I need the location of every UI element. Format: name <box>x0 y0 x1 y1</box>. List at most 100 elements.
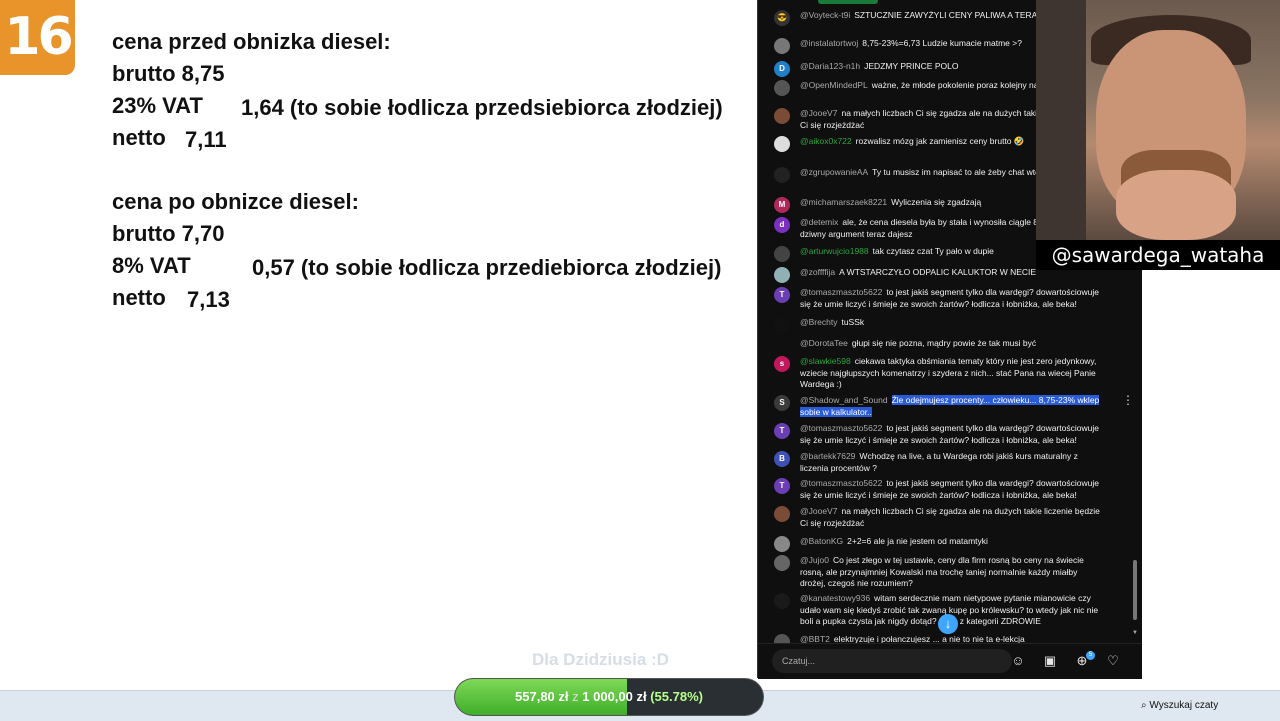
chat-username[interactable]: @arturwujcio1988 <box>800 246 869 256</box>
chat-avatar[interactable]: T <box>774 478 790 494</box>
donation-separator: z <box>572 689 579 704</box>
chat-username[interactable]: @slawkie598 <box>800 356 851 366</box>
heart-icon[interactable]: ♡ <box>1105 653 1121 669</box>
chat-avatar[interactable] <box>774 167 790 183</box>
scroll-down-arrow-icon[interactable]: ▼ <box>1132 630 1138 636</box>
chat-username[interactable]: @Daria123-n1h <box>800 61 860 71</box>
chat-username[interactable]: @kanatestowy936 <box>800 593 870 603</box>
chat-message-body: @tomaszmaszto5622 to jest jakiś segment t… <box>800 478 1104 501</box>
chat-message-text: głupi się nie pozna, mądry powie że tak … <box>851 338 1037 348</box>
chat-avatar[interactable] <box>774 136 790 152</box>
chat-avatar[interactable] <box>774 593 790 609</box>
donation-goal-label: Dla Dzidziusia :D <box>532 650 669 669</box>
before-gross: brutto 8,75 <box>112 61 225 86</box>
chat-username[interactable]: @michamarszaek8221 <box>800 197 887 207</box>
chat-username[interactable]: @instalatortwoj <box>800 38 858 48</box>
chat-input[interactable]: Czatuj... <box>772 649 1012 673</box>
search-icon: ⌕ <box>1141 700 1147 711</box>
chat-message-body: @tomaszmaszto5622 to jest jakiś segment t… <box>800 423 1104 446</box>
chat-username[interactable]: @OpenMindedPL <box>800 80 868 90</box>
chat-username[interactable]: @Voyteck-t9i <box>800 10 850 20</box>
chat-username[interactable]: @Shadow_and_Sound <box>800 395 888 405</box>
chat-avatar[interactable] <box>774 317 790 333</box>
after-vat-value: 0,57 (to sobie łodlicza przediebiorca zł… <box>252 255 722 280</box>
chat-scrollbar[interactable] <box>1133 560 1137 620</box>
after-vat-label: 8% VAT <box>112 253 191 278</box>
donation-progress-text: 557,80 zł z 1 000,00 zł (55.78%) <box>455 679 763 715</box>
scroll-to-bottom-button[interactable]: ↓ <box>938 614 958 634</box>
emoji-icon[interactable]: ☺ <box>1010 653 1026 669</box>
webcam-feed <box>1036 0 1280 240</box>
chat-avatar[interactable]: M <box>774 197 790 213</box>
after-heading: cena po obnizce diesel: <box>112 189 359 214</box>
search-chats-button[interactable]: ⌕ Wyszukaj czaty <box>1141 692 1218 720</box>
chat-message-body: @slawkie598 ciekawa taktyka obśmiania tem… <box>800 356 1104 391</box>
chat-avatar[interactable] <box>774 246 790 262</box>
more-options-icon[interactable]: ⋮ <box>1122 394 1134 407</box>
chat-message-body: @tomaszmaszto5622 to jest jakiś segment t… <box>800 287 1104 310</box>
chat-username[interactable]: @JooeV7 <box>800 506 837 516</box>
before-net-label: netto <box>112 125 166 150</box>
chat-avatar[interactable] <box>774 536 790 552</box>
chat-message-text: rozwalisz mózg jak zamienisz ceny brutto… <box>855 136 1025 146</box>
chat-avatar[interactable]: B <box>774 451 790 467</box>
chat-message-body: @BatonKG 2+2=6 ale ja nie jestem od matam… <box>800 536 1104 548</box>
chat-username[interactable]: @Brechty <box>800 317 837 327</box>
chat-avatar[interactable]: 😎 <box>774 10 790 26</box>
chat-username[interactable]: @tomaszmaszto5622 <box>800 287 882 297</box>
chat-avatar[interactable]: D <box>774 61 790 77</box>
chat-avatar[interactable] <box>774 108 790 124</box>
after-gross: brutto 7,70 <box>112 221 225 246</box>
chat-message-text: Co jest złego w tej ustawie, ceny dla fi… <box>800 555 1084 588</box>
chat-avatar[interactable]: S <box>774 395 790 411</box>
chat-username[interactable]: @zgrupowanieAA <box>800 167 868 177</box>
chat-message-body: @bartekk7629 Wchodzę na live, a tu Wardeg… <box>800 451 1104 474</box>
chat-message-text: tuSSk <box>841 317 865 327</box>
after-net-label: netto <box>112 285 166 310</box>
chat-avatar[interactable] <box>774 80 790 96</box>
donation-current: 557,80 zł <box>515 689 569 704</box>
chat-message-body: @JooeV7 na małych liczbach Ci się zgadza … <box>800 506 1104 529</box>
chat-username[interactable]: @JooeV7 <box>800 108 837 118</box>
chat-message-text: A WTSTARCZYŁO ODPALIC KALUKTOR W NECIE <box>839 267 1037 277</box>
webcam-background <box>1036 0 1086 240</box>
chat-username[interactable]: @zoffffija <box>800 267 835 277</box>
chat-username[interactable]: @bartekk7629 <box>800 451 855 461</box>
after-net-value: 7,13 <box>187 287 230 312</box>
chat-username[interactable]: @BatonKG <box>800 536 843 546</box>
chat-message-text: Wyliczenia się zgadzają <box>891 197 982 207</box>
webcam-hand <box>1116 170 1236 240</box>
chat-avatar[interactable] <box>774 506 790 522</box>
donation-goal: 1 000,00 zł <box>582 689 647 704</box>
chat-message-text: 8,75-23%=6,73 Ludzie kumacie matme >? <box>862 38 1022 48</box>
before-vat-value: 1,64 (to sobie łodlicza przedsiebiorca z… <box>241 95 723 120</box>
chat-message-body: @Brechty tuSSk <box>800 317 1104 329</box>
chat-username[interactable]: @DorotaTee <box>800 338 848 348</box>
chat-message-text: tak czytasz czat Ty pało w dupie <box>872 246 994 256</box>
chat-avatar[interactable] <box>774 38 790 54</box>
chat-username[interactable]: @detemix <box>800 217 838 227</box>
chat-avatar[interactable]: T <box>774 423 790 439</box>
chat-avatar[interactable]: T <box>774 287 790 303</box>
chat-avatar[interactable]: d <box>774 217 790 233</box>
chat-message-body: @DorotaTee głupi się nie pozna, mądry pow… <box>800 338 1104 350</box>
chat-message-text: 2+2=6 ale ja nie jestem od matamtyki <box>847 536 988 546</box>
chat-avatar[interactable] <box>774 338 790 354</box>
chat-message-body: @Shadow_and_Sound Źle odejmujesz procenty… <box>800 395 1104 418</box>
chat-avatar[interactable]: s <box>774 356 790 372</box>
donation-percent: (55.78%) <box>650 689 703 704</box>
chat-avatar[interactable] <box>774 555 790 571</box>
chat-message-body: @Jujo0 Co jest złego w tej ustawie, ceny … <box>800 555 1104 590</box>
chat-username[interactable]: @tomaszmaszto5622 <box>800 423 882 433</box>
chat-message-text: na małych liczbach Ci się zgadza ale na … <box>800 506 1100 528</box>
chat-username[interactable]: @tomaszmaszto5622 <box>800 478 882 488</box>
chat-avatar[interactable] <box>774 267 790 283</box>
chat-username[interactable]: @Jujo0 <box>800 555 829 565</box>
chat-message-text: JEDZMY PRINCE POLO <box>864 61 959 71</box>
before-vat-label: 23% VAT <box>112 93 203 118</box>
money-icon[interactable]: ▣ <box>1042 653 1058 669</box>
before-net-value: 7,11 <box>185 127 227 152</box>
before-heading: cena przed obnizka diesel: <box>112 29 391 54</box>
episode-badge: 16 <box>0 0 75 75</box>
chat-username[interactable]: @aikox0x722 <box>800 136 852 146</box>
